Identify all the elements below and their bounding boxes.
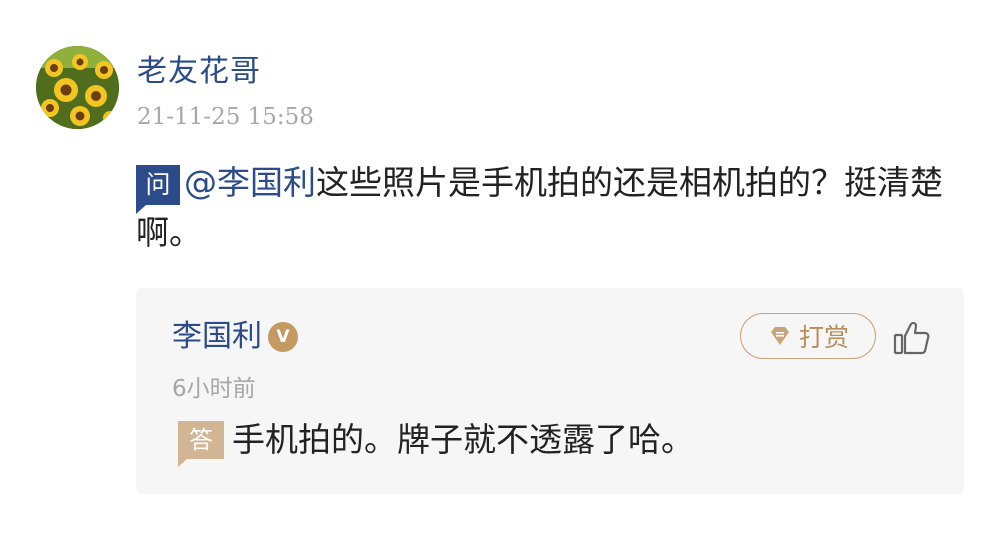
tip-label: 打赏 (798, 323, 849, 352)
answer-author-row: 李国利 V (172, 318, 298, 356)
answer-text: 手机拍的。牌子就不透露了哈。 (232, 420, 694, 459)
answer-time: 6小时前 (172, 376, 256, 402)
answer-card: 李国利 V 打赏 6小时前 答 手机拍的。牌子就不透露了哈。 (136, 288, 964, 494)
thumbs-up-icon[interactable] (892, 318, 932, 358)
post-timestamp: 21-11-25 15:58 (137, 104, 314, 130)
answer-author[interactable]: 李国利 (172, 318, 262, 356)
answer-tag: 答 (178, 421, 224, 467)
tip-button[interactable]: 打赏 (740, 313, 876, 359)
verified-badge-icon: V (268, 322, 298, 352)
username[interactable]: 老友花哥 (137, 52, 261, 92)
mention-link[interactable]: @李国利 (184, 163, 316, 202)
question-tag: 问 (136, 165, 180, 214)
sunflower-avatar-image (36, 46, 119, 129)
avatar[interactable] (36, 46, 119, 129)
question-text-block: 问 @李国利这些照片是手机拍的还是相机拍的？挺清楚啊。 (136, 158, 966, 258)
answer-text-block: 答 手机拍的。牌子就不透露了哈。 (178, 418, 694, 467)
diamond-coin-icon (770, 327, 789, 345)
